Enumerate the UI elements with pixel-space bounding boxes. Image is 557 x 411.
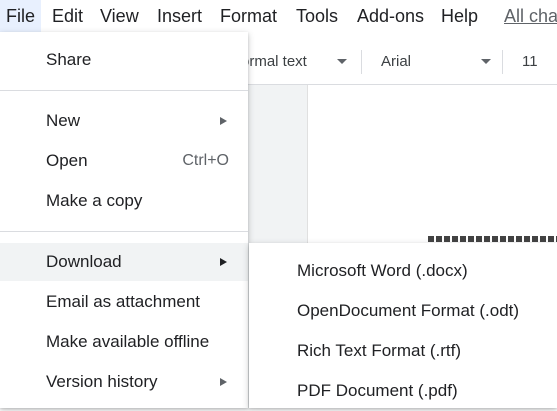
- document-text-line: [428, 236, 557, 242]
- submenu-item-label: Rich Text Format (.rtf): [297, 341, 462, 360]
- menu-item-label: Version history: [46, 372, 158, 391]
- menu-item-share[interactable]: Share: [0, 41, 248, 79]
- menu-bar: File Edit View Insert Format Tools Add-o…: [0, 0, 557, 32]
- menu-item-label: Make available offline: [46, 332, 210, 351]
- download-docx[interactable]: Microsoft Word (.docx): [249, 251, 557, 291]
- menu-item-email-attachment[interactable]: Email as attachment: [0, 283, 248, 321]
- toolbar-divider: [361, 50, 362, 74]
- menu-item-label: Make a copy: [46, 191, 143, 210]
- menu-item-label: Open: [46, 151, 88, 170]
- font-size-field[interactable]: 11: [522, 40, 538, 84]
- submenu-item-label: PDF Document (.pdf): [297, 381, 458, 400]
- menu-view[interactable]: View: [100, 0, 139, 32]
- menu-item-open[interactable]: Open Ctrl+O: [0, 142, 248, 180]
- menu-item-make-copy[interactable]: Make a copy: [0, 182, 248, 220]
- menu-item-version-history[interactable]: Version history: [0, 363, 248, 401]
- file-menu: Share New Open Ctrl+O Make a copy Downlo…: [0, 32, 248, 408]
- menu-item-label: Share: [46, 50, 92, 69]
- menu-separator: [0, 231, 248, 232]
- font-family-select[interactable]: Arial: [381, 40, 411, 84]
- all-changes-saved-link[interactable]: All cha: [504, 0, 557, 32]
- submenu-item-label: Microsoft Word (.docx): [297, 261, 468, 280]
- menu-tools[interactable]: Tools: [296, 0, 338, 32]
- menu-separator: [0, 90, 248, 91]
- menu-item-label: Download: [46, 252, 122, 271]
- menu-help[interactable]: Help: [441, 0, 478, 32]
- menu-format[interactable]: Format: [220, 0, 277, 32]
- submenu-arrow-icon: [220, 378, 227, 386]
- keyboard-shortcut: Ctrl+O: [182, 152, 229, 169]
- menu-item-label: New: [46, 111, 81, 130]
- menu-item-label: Email as attachment: [46, 292, 201, 311]
- menu-insert[interactable]: Insert: [157, 0, 202, 32]
- menu-item-make-offline[interactable]: Make available offline: [0, 323, 248, 361]
- menu-item-new[interactable]: New: [0, 102, 248, 140]
- menu-item-download[interactable]: Download: [0, 243, 248, 281]
- submenu-arrow-icon: [220, 258, 227, 266]
- menu-file[interactable]: File: [0, 0, 42, 32]
- submenu-item-label: OpenDocument Format (.odt): [297, 301, 520, 320]
- toolbar-divider: [502, 50, 503, 74]
- style-dropdown-caret-icon[interactable]: [337, 59, 347, 64]
- download-submenu: Microsoft Word (.docx) OpenDocument Form…: [249, 243, 557, 408]
- menu-addons[interactable]: Add-ons: [357, 0, 424, 32]
- download-pdf[interactable]: PDF Document (.pdf): [249, 371, 557, 411]
- download-odt[interactable]: OpenDocument Format (.odt): [249, 291, 557, 331]
- font-dropdown-caret-icon[interactable]: [481, 59, 491, 64]
- download-rtf[interactable]: Rich Text Format (.rtf): [249, 331, 557, 371]
- paragraph-style-select[interactable]: ormal text: [241, 40, 307, 84]
- submenu-arrow-icon: [220, 117, 227, 125]
- menu-edit[interactable]: Edit: [52, 0, 83, 32]
